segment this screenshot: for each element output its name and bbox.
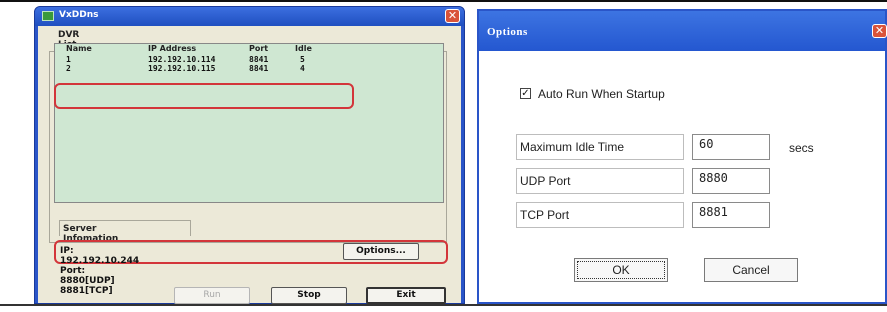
close-icon[interactable]: ✕	[872, 24, 887, 38]
tcp-port-label: TCP Port	[516, 202, 684, 228]
main-window-titlebar[interactable]: VxDDns ✕	[35, 7, 464, 26]
row-name: 1	[66, 55, 71, 64]
row-idle: 5	[300, 55, 305, 64]
stop-button[interactable]: Stop	[271, 287, 347, 304]
options-title: Options	[487, 26, 528, 38]
bottom-rule	[0, 304, 887, 306]
top-rule	[0, 0, 887, 2]
auto-run-checkbox[interactable]: ✓	[520, 88, 531, 99]
dvr-list-header: Name IP Address Port Idle	[55, 44, 443, 53]
column-header-name[interactable]: Name	[66, 44, 92, 53]
options-titlebar[interactable]: Options ✕	[479, 11, 887, 51]
dvr-listview[interactable]: Name IP Address Port Idle 1 192.192.10.1…	[54, 43, 444, 203]
row-idle: 4	[300, 64, 305, 73]
tcp-port-field[interactable]: 8881	[692, 202, 770, 228]
app-icon	[42, 11, 54, 21]
column-header-idle[interactable]: Idle	[295, 44, 312, 53]
main-window-title: VxDDns	[59, 10, 99, 20]
options-button[interactable]: Options...	[343, 243, 419, 260]
close-icon[interactable]: ✕	[445, 9, 460, 23]
dvr-rows-highlight	[54, 83, 354, 109]
cancel-button[interactable]: Cancel	[704, 258, 798, 282]
auto-run-label[interactable]: Auto Run When Startup	[538, 87, 665, 101]
row-name: 2	[66, 64, 71, 73]
server-info-text: IP: 192.192.10.244 Port: 8880[UDP] 8881[…	[60, 246, 140, 296]
run-button[interactable]: Run	[174, 287, 250, 304]
row-port: 8841	[249, 64, 269, 73]
udp-port-label: UDP Port	[516, 168, 684, 194]
row-ip: 192.192.10.114	[148, 55, 216, 64]
ok-focus-rect	[577, 261, 665, 279]
exit-button[interactable]: Exit	[366, 287, 446, 304]
column-header-port[interactable]: Port	[249, 44, 268, 53]
max-idle-unit: secs	[789, 141, 814, 155]
udp-port-field[interactable]: 8880	[692, 168, 770, 194]
table-row[interactable]: 2 192.192.10.115 8841 4	[55, 64, 443, 73]
column-header-ip[interactable]: IP Address	[148, 44, 196, 53]
row-port: 8841	[249, 55, 269, 64]
max-idle-label: Maximum Idle Time	[516, 134, 684, 160]
table-row[interactable]: 1 192.192.10.114 8841 5	[55, 55, 443, 64]
row-ip: 192.192.10.115	[148, 64, 216, 73]
ok-button[interactable]: OK	[574, 258, 668, 282]
max-idle-field[interactable]: 60	[692, 134, 770, 160]
